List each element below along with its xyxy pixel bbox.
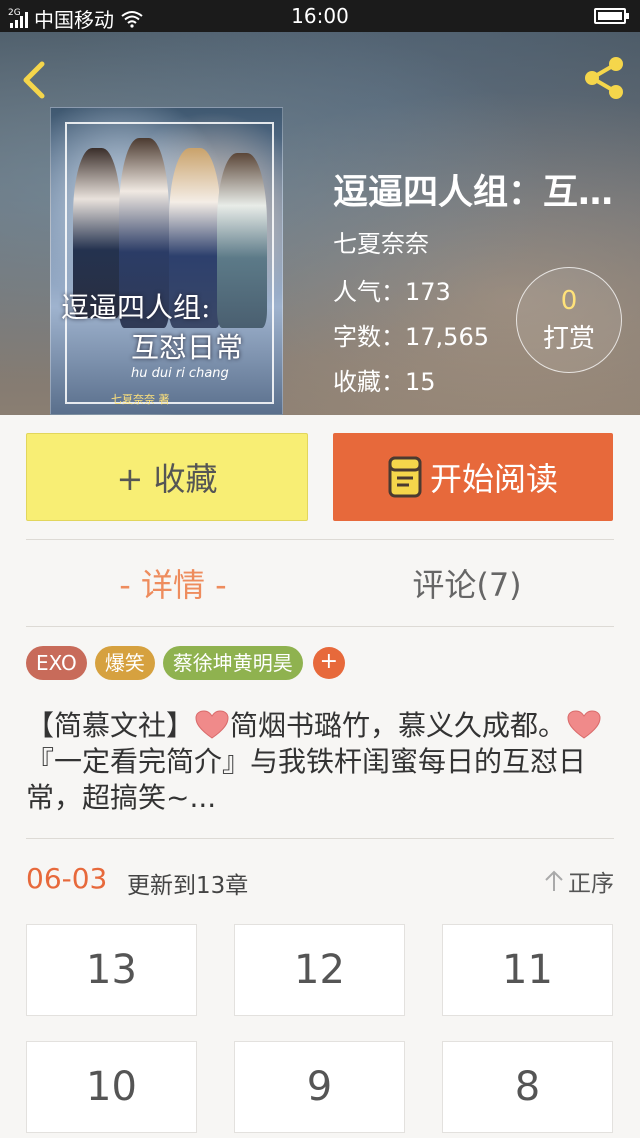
start-reading-button[interactable]: 开始阅读 <box>333 433 613 521</box>
heart-icon <box>567 710 601 739</box>
update-text: 更新到13章 <box>127 873 249 899</box>
book-intro[interactable]: 【简慕文社】 简烟书璐竹，慕义久成都。『一定看完简介』与我铁杆闺蜜每日的互怼日常，… <box>26 708 616 816</box>
book-icon <box>388 456 422 498</box>
clock: 16:00 <box>291 4 349 28</box>
sort-label: 正序 <box>568 871 614 897</box>
add-favorite-button[interactable]: + 收藏 <box>26 433 308 521</box>
divider <box>26 838 614 839</box>
tag-list: EXO 爆笑 蔡徐坤黄明昊 + <box>26 646 345 680</box>
divider <box>26 539 614 540</box>
chapter-button[interactable]: 10 <box>26 1041 197 1133</box>
start-reading-label: 开始阅读 <box>429 460 558 498</box>
divider <box>26 626 614 627</box>
heart-icon <box>195 710 229 739</box>
status-bar: 2G 中国移动 16:00 <box>0 0 640 32</box>
chapter-button[interactable]: 8 <box>442 1041 613 1133</box>
back-arrow-icon <box>23 61 45 99</box>
share-icon <box>585 57 623 99</box>
book-title: 逗逼四人组：互… <box>333 173 614 213</box>
reward-count: 0 <box>560 286 578 316</box>
reward-label: 打赏 <box>542 324 595 354</box>
chapter-button[interactable]: 9 <box>234 1041 405 1133</box>
cover-subtitle: hu dui ri chang <box>131 366 229 381</box>
tag-characters[interactable]: 蔡徐坤黄明昊 <box>162 646 303 680</box>
chapter-button[interactable]: 11 <box>442 924 613 1016</box>
tag-exo[interactable]: EXO <box>26 646 87 680</box>
tag-funny[interactable]: 爆笑 <box>94 646 155 680</box>
popularity-stat: 人气：173 <box>333 278 451 306</box>
cover-title: 逗逼四人组: 互怼日常 <box>61 291 244 364</box>
chapter-button[interactable]: 13 <box>26 924 197 1016</box>
book-header: 逗逼四人组: 互怼日常 hu dui ri chang 七夏奈奈 著 逗逼四人组… <box>0 32 640 415</box>
tab-comments[interactable]: 评论(7) <box>320 560 614 610</box>
update-date: 06-03 <box>26 862 108 895</box>
battery-icon <box>594 8 629 24</box>
share-button[interactable] <box>580 54 628 102</box>
back-button[interactable] <box>18 60 54 100</box>
book-author[interactable]: 七夏奈奈 <box>333 224 429 259</box>
favorites-stat: 收藏：15 <box>333 368 436 396</box>
arrow-up-icon <box>545 870 563 891</box>
chapter-button[interactable]: 12 <box>234 924 405 1016</box>
tab-detail[interactable]: - 详情 - <box>26 560 320 610</box>
reward-button[interactable]: 0 打赏 <box>516 267 622 373</box>
cover-author: 七夏奈奈 著 <box>111 393 170 406</box>
book-cover[interactable]: 逗逼四人组: 互怼日常 hu dui ri chang 七夏奈奈 著 <box>50 107 283 415</box>
sort-toggle[interactable]: 正序 <box>544 864 614 898</box>
add-tag-button[interactable]: + <box>312 647 345 679</box>
word-count-stat: 字数：17,565 <box>333 323 489 351</box>
